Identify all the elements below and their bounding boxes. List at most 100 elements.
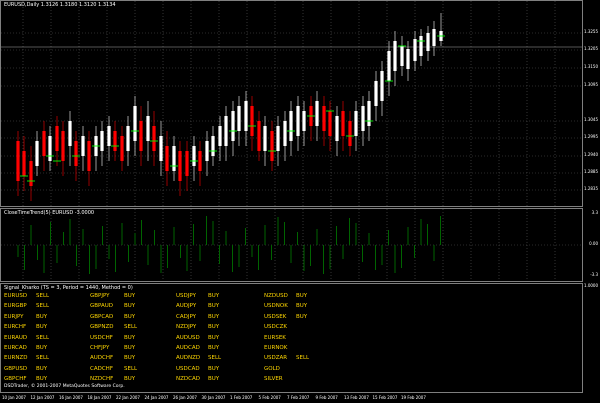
date-label: 12 Jan 2007 bbox=[30, 395, 55, 400]
candle-body bbox=[283, 121, 287, 146]
date-label: 15 Feb 2007 bbox=[372, 395, 398, 400]
candle-body bbox=[185, 151, 189, 176]
signal-direction: SELL bbox=[208, 355, 222, 362]
signal-direction: BUY bbox=[208, 313, 220, 320]
candle-body bbox=[152, 126, 156, 151]
date-label: 30 Jan 2007 bbox=[201, 395, 226, 400]
price-scale-label: 1.3045 bbox=[584, 117, 598, 122]
candle-body bbox=[432, 29, 436, 46]
candle-body bbox=[172, 146, 176, 171]
candle-body bbox=[374, 81, 378, 106]
candle-body bbox=[244, 101, 248, 131]
candle-body bbox=[48, 136, 52, 161]
signal-direction: BUY bbox=[208, 365, 220, 372]
signal-scale-top: 1.0000 bbox=[584, 283, 598, 288]
signal-pair: AUDJPY bbox=[176, 303, 197, 310]
candle-body bbox=[322, 106, 326, 131]
signal-direction: SELL bbox=[36, 293, 50, 299]
candle-body bbox=[393, 41, 397, 71]
signal-direction: BUY bbox=[124, 293, 136, 299]
indicator-scale: 3.3 0.00 -3.3 bbox=[584, 208, 600, 282]
candle-body bbox=[68, 121, 72, 146]
indicator-scale-label: 0.00 bbox=[589, 241, 598, 246]
signal-direction: BUY bbox=[36, 376, 48, 383]
signal-pair: USDNOK bbox=[264, 303, 288, 310]
candle-body bbox=[113, 131, 117, 151]
date-label: 1 Feb 2007 bbox=[230, 395, 253, 400]
indicator-pane[interactable]: CloseTimeTrend(5) EURUSD -3.0000 bbox=[0, 208, 583, 282]
candle-body bbox=[231, 111, 235, 141]
signal-direction: BUY bbox=[124, 376, 136, 383]
signal-pair: NZDCHF bbox=[90, 376, 114, 383]
price-scale-label: 1.2835 bbox=[584, 186, 598, 191]
date-label: 10 Jan 2007 bbox=[2, 395, 26, 400]
date-label: 16 Jan 2007 bbox=[59, 395, 83, 400]
date-label: 24 Jan 2007 bbox=[144, 395, 169, 400]
candle-body bbox=[126, 126, 130, 151]
candle-body bbox=[165, 146, 169, 171]
signal-direction: BUY bbox=[208, 293, 220, 299]
signal-title: Signal_Kharko (TS = 3, Period = 1440, Me… bbox=[4, 285, 133, 291]
candle-body bbox=[81, 136, 85, 156]
signal-direction: BUY bbox=[296, 303, 308, 310]
candle-body bbox=[426, 33, 430, 51]
date-label: 7 Feb 2007 bbox=[287, 395, 310, 400]
price-scale-label: 1.3095 bbox=[584, 82, 598, 87]
date-label: 5 Feb 2007 bbox=[258, 395, 281, 400]
price-scale-label: 1.2995 bbox=[584, 134, 598, 139]
candle-body bbox=[29, 161, 33, 186]
signal-direction: SELL bbox=[36, 303, 50, 310]
candle-body bbox=[16, 141, 20, 181]
candle-body bbox=[100, 131, 104, 151]
signal-direction: SELL bbox=[124, 365, 138, 372]
candle-body bbox=[257, 121, 261, 151]
signal-pair: USDJPY bbox=[176, 293, 196, 299]
signal-direction: BUY bbox=[36, 324, 48, 331]
candle-body bbox=[400, 46, 404, 66]
candle-body bbox=[406, 49, 410, 69]
signal-scale: 1.0000 bbox=[584, 283, 600, 393]
signal-direction: BUY bbox=[208, 324, 220, 331]
candle-body bbox=[387, 51, 391, 81]
signal-pane[interactable]: Signal_Kharko (TS = 3, Period = 1440, Me… bbox=[0, 283, 583, 393]
candle-body bbox=[328, 111, 332, 136]
signal-pair: USDCHF bbox=[90, 334, 113, 341]
candle-body bbox=[250, 106, 254, 136]
price-chart-title: EURUSD,Daily 1.3126 1.3180 1.3120 1.3134 bbox=[4, 2, 116, 8]
signal-pair: GBPNZD bbox=[90, 324, 114, 331]
indicator-canvas bbox=[1, 209, 582, 281]
date-label: 19 Feb 2007 bbox=[401, 395, 426, 400]
copyright-text: DSDTrader, © 2001-2007 MetaQuotes Softwa… bbox=[4, 384, 125, 389]
candle-body bbox=[296, 106, 300, 136]
candle-body bbox=[22, 151, 26, 176]
price-scale[interactable]: 1.3255 1.3205 1.3150 1.3095 1.3045 1.2995 1.29… bbox=[584, 0, 600, 207]
signal-pair: EURGBP bbox=[4, 303, 27, 310]
candle-body bbox=[218, 126, 222, 146]
price-chart-pane[interactable]: EURUSD,Daily 1.3126 1.3180 1.3120 1.3134 bbox=[0, 0, 583, 207]
indicator-title: CloseTimeTrend(5) EURUSD -3.0000 bbox=[4, 210, 95, 216]
signal-pair: CADJPY bbox=[176, 313, 197, 320]
signal-pair: AUDCAD bbox=[176, 344, 200, 351]
candle-body bbox=[133, 106, 137, 141]
signal-pair: GBPUSD bbox=[4, 365, 28, 372]
price-scale-label: 1.3255 bbox=[584, 29, 598, 34]
candle-body bbox=[341, 111, 345, 136]
signal-pair: GBPJPY bbox=[90, 293, 110, 299]
signal-direction: SELL bbox=[36, 355, 50, 362]
signal-pair: AUDCHF bbox=[90, 355, 114, 362]
signal-direction: BUY bbox=[124, 303, 136, 310]
signal-direction: BUY bbox=[208, 376, 220, 383]
signal-direction: SELL bbox=[296, 355, 310, 362]
signal-direction: BUY bbox=[124, 344, 136, 351]
signal-direction: BUY bbox=[124, 313, 136, 320]
candle-body bbox=[198, 151, 202, 171]
signal-direction: SELL bbox=[124, 324, 138, 331]
signal-pair: SILVER bbox=[264, 376, 283, 383]
price-chart-canvas bbox=[1, 1, 582, 206]
candle-body bbox=[87, 141, 91, 171]
candle-body bbox=[159, 136, 163, 161]
indicator-scale-label: 3.3 bbox=[591, 210, 598, 215]
signal-pair: GBPCHF bbox=[4, 376, 27, 383]
signal-pair: EURCAD bbox=[4, 344, 27, 351]
price-scale-label: 1.2885 bbox=[584, 169, 598, 174]
